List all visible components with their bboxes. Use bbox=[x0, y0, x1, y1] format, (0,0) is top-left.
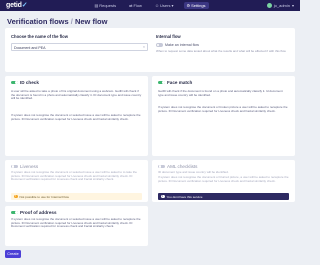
info-icon: i bbox=[161, 194, 165, 199]
aml-info: i You dont have this service bbox=[158, 193, 289, 200]
liveness-card: Liveness If system does not recognise th… bbox=[5, 160, 148, 202]
page-title: Verification flows / New flow bbox=[7, 17, 107, 26]
internal-flow-label: Internal flow bbox=[156, 34, 181, 39]
nav-settings[interactable]: ⚙ Settings bbox=[183, 2, 209, 9]
getid-logo[interactable]: getid✓ bbox=[6, 1, 28, 9]
flow-name-label: Choose the name of the flow bbox=[11, 34, 68, 39]
aml-card: AML checklists ID document type and issu… bbox=[152, 160, 295, 202]
internal-flow-toggle-row: Make an internal flow bbox=[156, 43, 199, 47]
proof-of-address-toggle[interactable] bbox=[11, 210, 18, 215]
breadcrumb-current: New flow bbox=[74, 17, 108, 26]
top-navigation-bar: getid✓ ▤ Requests ⇄ Flow ☺ Users ▾ ⚙ Settings… bbox=[0, 0, 300, 11]
breadcrumb-parent[interactable]: Verification flows bbox=[7, 17, 69, 26]
document-icon: ▤ bbox=[94, 3, 99, 8]
id-check-toggle[interactable] bbox=[11, 80, 18, 85]
chevron-down-icon: ▾ bbox=[291, 3, 294, 8]
nav-requests[interactable]: ▤ Requests bbox=[91, 2, 119, 9]
create-button[interactable]: Create bbox=[5, 250, 21, 258]
proof-of-address-card: Proof of address If system does not reco… bbox=[5, 206, 148, 246]
nav-users[interactable]: ☺ Users ▾ bbox=[152, 2, 177, 9]
user-menu[interactable]: jo_admin ▾ bbox=[266, 3, 294, 8]
flow-settings-card: Choose the name of the flow Document and… bbox=[5, 28, 295, 72]
internal-flow-toggle[interactable] bbox=[156, 43, 163, 47]
users-icon: ☺ bbox=[154, 3, 160, 8]
aml-toggle[interactable] bbox=[158, 164, 165, 169]
clear-icon[interactable]: × bbox=[143, 45, 145, 49]
internal-flow-helper: When to request some data tested about w… bbox=[156, 49, 286, 53]
liveness-toggle[interactable] bbox=[11, 164, 18, 169]
nav-flow[interactable]: ⇄ Flow bbox=[126, 2, 145, 9]
face-match-card: Face match GetID will check if the docum… bbox=[152, 76, 295, 156]
gear-icon: ⚙ bbox=[186, 3, 191, 8]
liveness-warning: ! Not possible to use for Internal Flow bbox=[11, 193, 142, 200]
main-nav: ▤ Requests ⇄ Flow ☺ Users ▾ ⚙ Settings bbox=[91, 2, 209, 9]
avatar bbox=[266, 3, 272, 8]
id-check-card: ID check A user will be asked to take a … bbox=[5, 76, 148, 156]
flow-name-input[interactable]: Document and PEA × bbox=[11, 43, 148, 51]
breadcrumb-separator: / bbox=[70, 17, 73, 26]
warning-icon: ! bbox=[14, 194, 18, 199]
face-match-toggle[interactable] bbox=[158, 80, 165, 85]
chevron-down-icon: ▾ bbox=[171, 3, 174, 8]
flow-icon: ⇄ bbox=[129, 3, 133, 8]
